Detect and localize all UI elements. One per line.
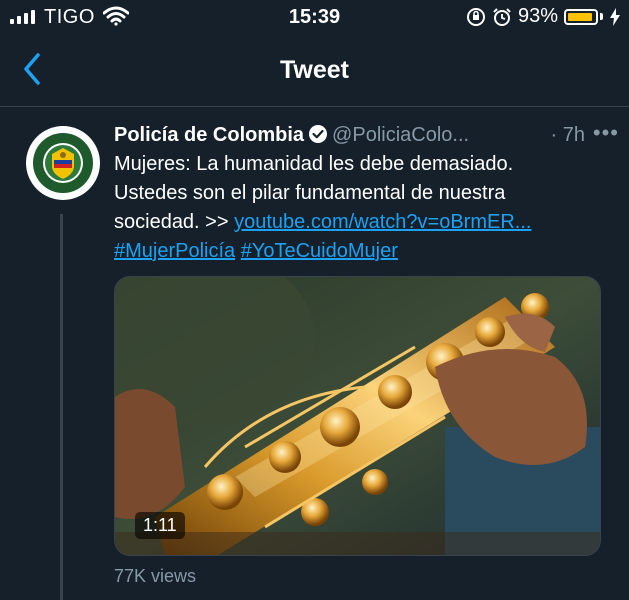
video-duration: 1:11 [135, 512, 185, 539]
author-name[interactable]: Policía de Colombia [114, 124, 304, 146]
tweet-text: Mujeres: La humanidad les debe demasiado… [114, 150, 614, 266]
view-count: 77K views [114, 566, 197, 586]
alarm-icon [493, 7, 511, 26]
police-seal-icon [29, 129, 97, 197]
tweet-text-line: Ustedes son el pilar fundamental de nues… [114, 182, 506, 204]
hashtag-yo-te-cuido-mujer[interactable]: #YoTeCuidoMujer [241, 240, 398, 262]
charging-icon [610, 7, 620, 26]
nav-bar: Tweet [0, 34, 629, 107]
page-title: Tweet [280, 56, 349, 84]
author-handle[interactable]: @PoliciaColo... [332, 124, 469, 146]
youtube-link[interactable]: youtube.com/watch?v=oBrmER... [234, 211, 531, 233]
status-bar: TIGO 15:39 93% [0, 0, 629, 34]
orientation-lock-icon [466, 7, 485, 26]
more-options-icon[interactable]: ••• [593, 120, 619, 146]
tweet-text-line: Mujeres: La humanidad les debe demasiado… [114, 153, 514, 175]
battery-percent: 93% [517, 5, 558, 27]
hashtag-mujer-policia[interactable]: #MujerPolicía [114, 240, 235, 262]
thread-line [60, 214, 63, 600]
avatar[interactable] [26, 126, 100, 200]
tweet-text-line: sociedad. >> [114, 211, 235, 233]
video-player[interactable]: 1:11 [114, 276, 601, 556]
verified-icon [309, 125, 328, 143]
tweet-time: · 7h [550, 124, 585, 146]
saxophone-video-thumbnail [115, 277, 600, 555]
battery-icon [564, 8, 598, 25]
tweet-header: Policía de Colombia @PoliciaColo... · 7h… [114, 120, 619, 152]
